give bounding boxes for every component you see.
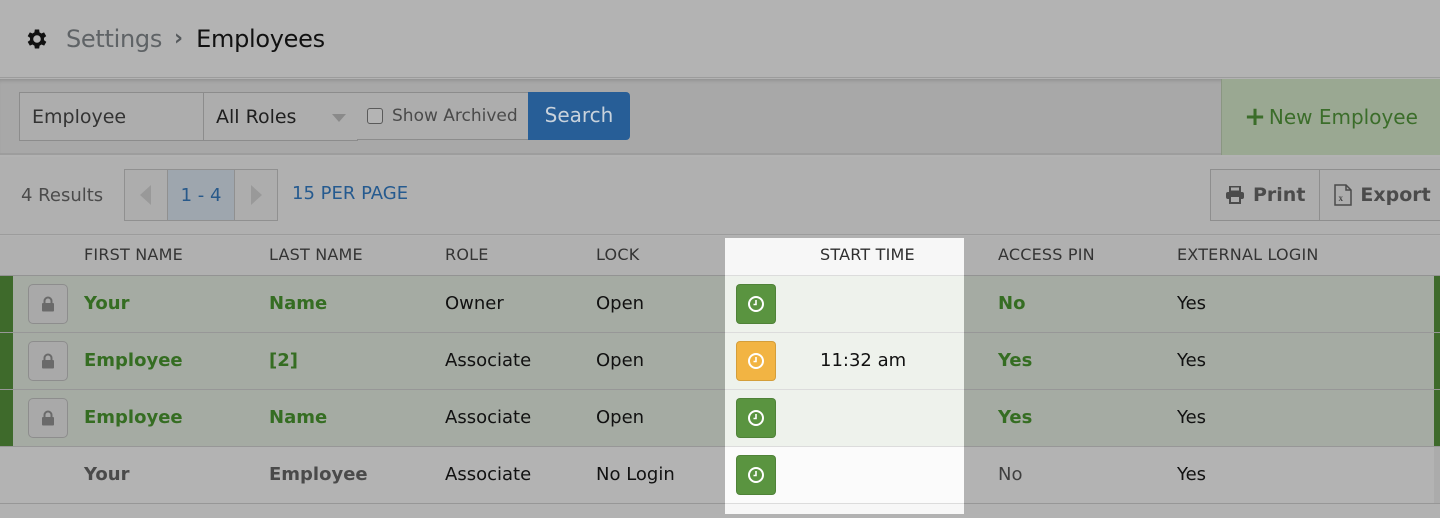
- external-login-cell: Yes: [1177, 407, 1207, 428]
- table-header: FIRST NAME LAST NAME ROLE LOCK ACCESS PI…: [0, 236, 1440, 276]
- role-cell: Associate: [445, 350, 532, 371]
- lock-cell: No Login: [596, 464, 675, 485]
- last-name-link[interactable]: [2]: [269, 350, 298, 371]
- employee-search-input[interactable]: Employee: [19, 92, 204, 141]
- access-pin-cell: Yes: [998, 350, 1033, 371]
- print-button[interactable]: Print: [1211, 170, 1319, 220]
- chevron-down-icon: [332, 114, 346, 122]
- svg-text:x: x: [1339, 193, 1344, 203]
- table-row[interactable]: Employee Name Associate Open Yes Yes: [0, 390, 1440, 447]
- new-employee-label: New Employee: [1268, 105, 1418, 129]
- role-select-value: All Roles: [216, 106, 297, 128]
- clock-in-button[interactable]: [736, 455, 776, 495]
- breadcrumb-separator-icon: ›: [174, 26, 184, 51]
- lock-button[interactable]: [28, 341, 68, 381]
- clock-icon: [748, 353, 764, 369]
- table-row[interactable]: Employee [2] Associate Open Yes Yes: [0, 333, 1440, 390]
- role-select[interactable]: All Roles: [203, 92, 358, 141]
- show-archived-checkbox[interactable]: [367, 108, 383, 124]
- column-header-access-pin[interactable]: ACCESS PIN: [998, 245, 1095, 264]
- lock-button[interactable]: [28, 284, 68, 324]
- gear-icon[interactable]: [24, 26, 50, 52]
- plus-icon: +: [1244, 102, 1266, 132]
- lock-cell: Open: [596, 407, 645, 428]
- page-range[interactable]: 1 - 4: [166, 170, 236, 220]
- results-bar: 4 Results 1 - 4 15 PER PAGE Print x Expo…: [0, 157, 1440, 235]
- start-time-cell: [725, 390, 964, 447]
- row-edge: [1434, 333, 1440, 389]
- role-cell: Associate: [445, 464, 532, 485]
- next-page-button[interactable]: [235, 170, 277, 220]
- excel-file-icon: x: [1334, 184, 1353, 206]
- results-count: 4 Results: [21, 185, 104, 206]
- lock-icon: [42, 410, 54, 426]
- column-header-start-time-cell: START TIME: [725, 238, 964, 276]
- lock-cell: Open: [596, 293, 645, 314]
- column-header-first-name[interactable]: FIRST NAME: [84, 245, 183, 264]
- row-edge: [1434, 390, 1440, 446]
- first-name-link[interactable]: Employee: [84, 350, 183, 371]
- external-login-cell: Yes: [1177, 464, 1207, 485]
- filter-bar: Employee All Roles Show Archived Search …: [0, 79, 1440, 155]
- breadcrumb-bar: Settings › Employees: [0, 0, 1440, 78]
- first-name-link[interactable]: Employee: [84, 407, 183, 428]
- start-time-column-highlight: START TIME 11:32 am: [725, 238, 964, 514]
- role-cell: Owner: [445, 293, 504, 314]
- print-label: Print: [1253, 184, 1306, 206]
- triangle-left-icon: [140, 185, 152, 205]
- prev-page-button[interactable]: [125, 170, 167, 220]
- export-label: Export: [1360, 184, 1431, 206]
- start-time-cell: [725, 447, 964, 504]
- show-archived-toggle[interactable]: Show Archived: [357, 92, 529, 140]
- last-name-link[interactable]: Name: [269, 407, 327, 428]
- export-button[interactable]: x Export: [1319, 170, 1440, 220]
- search-button[interactable]: Search: [528, 92, 630, 140]
- access-pin-cell: No: [998, 293, 1026, 314]
- printer-icon: [1226, 186, 1244, 204]
- breadcrumb-settings-link[interactable]: Settings: [66, 25, 162, 53]
- clock-in-button[interactable]: [736, 398, 776, 438]
- column-header-lock[interactable]: LOCK: [596, 245, 639, 264]
- employees-table: FIRST NAME LAST NAME ROLE LOCK ACCESS PI…: [0, 236, 1440, 504]
- last-name-link[interactable]: Name: [269, 293, 327, 314]
- clock-icon: [748, 410, 764, 426]
- lock-button[interactable]: [28, 398, 68, 438]
- page-title: Employees: [196, 24, 325, 53]
- start-time-cell: [725, 276, 964, 333]
- clock-in-button[interactable]: [736, 341, 776, 381]
- access-pin-cell: No: [998, 464, 1023, 485]
- row-edge: [1434, 447, 1440, 503]
- clock-icon: [748, 467, 764, 483]
- lock-cell: Open: [596, 350, 645, 371]
- last-name-link[interactable]: Employee: [269, 464, 368, 485]
- row-edge: [1434, 276, 1440, 332]
- table-row[interactable]: Your Employee Associate No Login No Yes: [0, 447, 1440, 504]
- column-header-start-time[interactable]: START TIME: [820, 245, 915, 264]
- triangle-right-icon: [250, 185, 262, 205]
- access-pin-cell: Yes: [998, 407, 1033, 428]
- lock-icon: [42, 296, 54, 312]
- active-indicator: [0, 276, 13, 332]
- clock-in-button[interactable]: [736, 284, 776, 324]
- clock-icon: [748, 296, 764, 312]
- first-name-link[interactable]: Your: [84, 464, 129, 485]
- column-header-last-name[interactable]: LAST NAME: [269, 245, 363, 264]
- column-header-external-login[interactable]: EXTERNAL LOGIN: [1177, 245, 1319, 264]
- new-employee-button[interactable]: + New Employee: [1221, 79, 1440, 155]
- start-time-cell: 11:32 am: [725, 333, 964, 390]
- column-header-role[interactable]: ROLE: [445, 245, 489, 264]
- external-login-cell: Yes: [1177, 350, 1207, 371]
- start-time-value: 11:32 am: [820, 350, 907, 371]
- lock-icon: [42, 353, 54, 369]
- export-button-group: Print x Export: [1210, 169, 1440, 221]
- external-login-cell: Yes: [1177, 293, 1207, 314]
- table-row[interactable]: Your Name Owner Open No Yes: [0, 276, 1440, 333]
- first-name-link[interactable]: Your: [84, 293, 129, 314]
- active-indicator: [0, 390, 13, 446]
- per-page-link[interactable]: 15 PER PAGE: [292, 183, 408, 204]
- show-archived-label: Show Archived: [392, 106, 518, 126]
- active-indicator: [0, 333, 13, 389]
- pagination: 1 - 4: [124, 169, 278, 221]
- role-cell: Associate: [445, 407, 532, 428]
